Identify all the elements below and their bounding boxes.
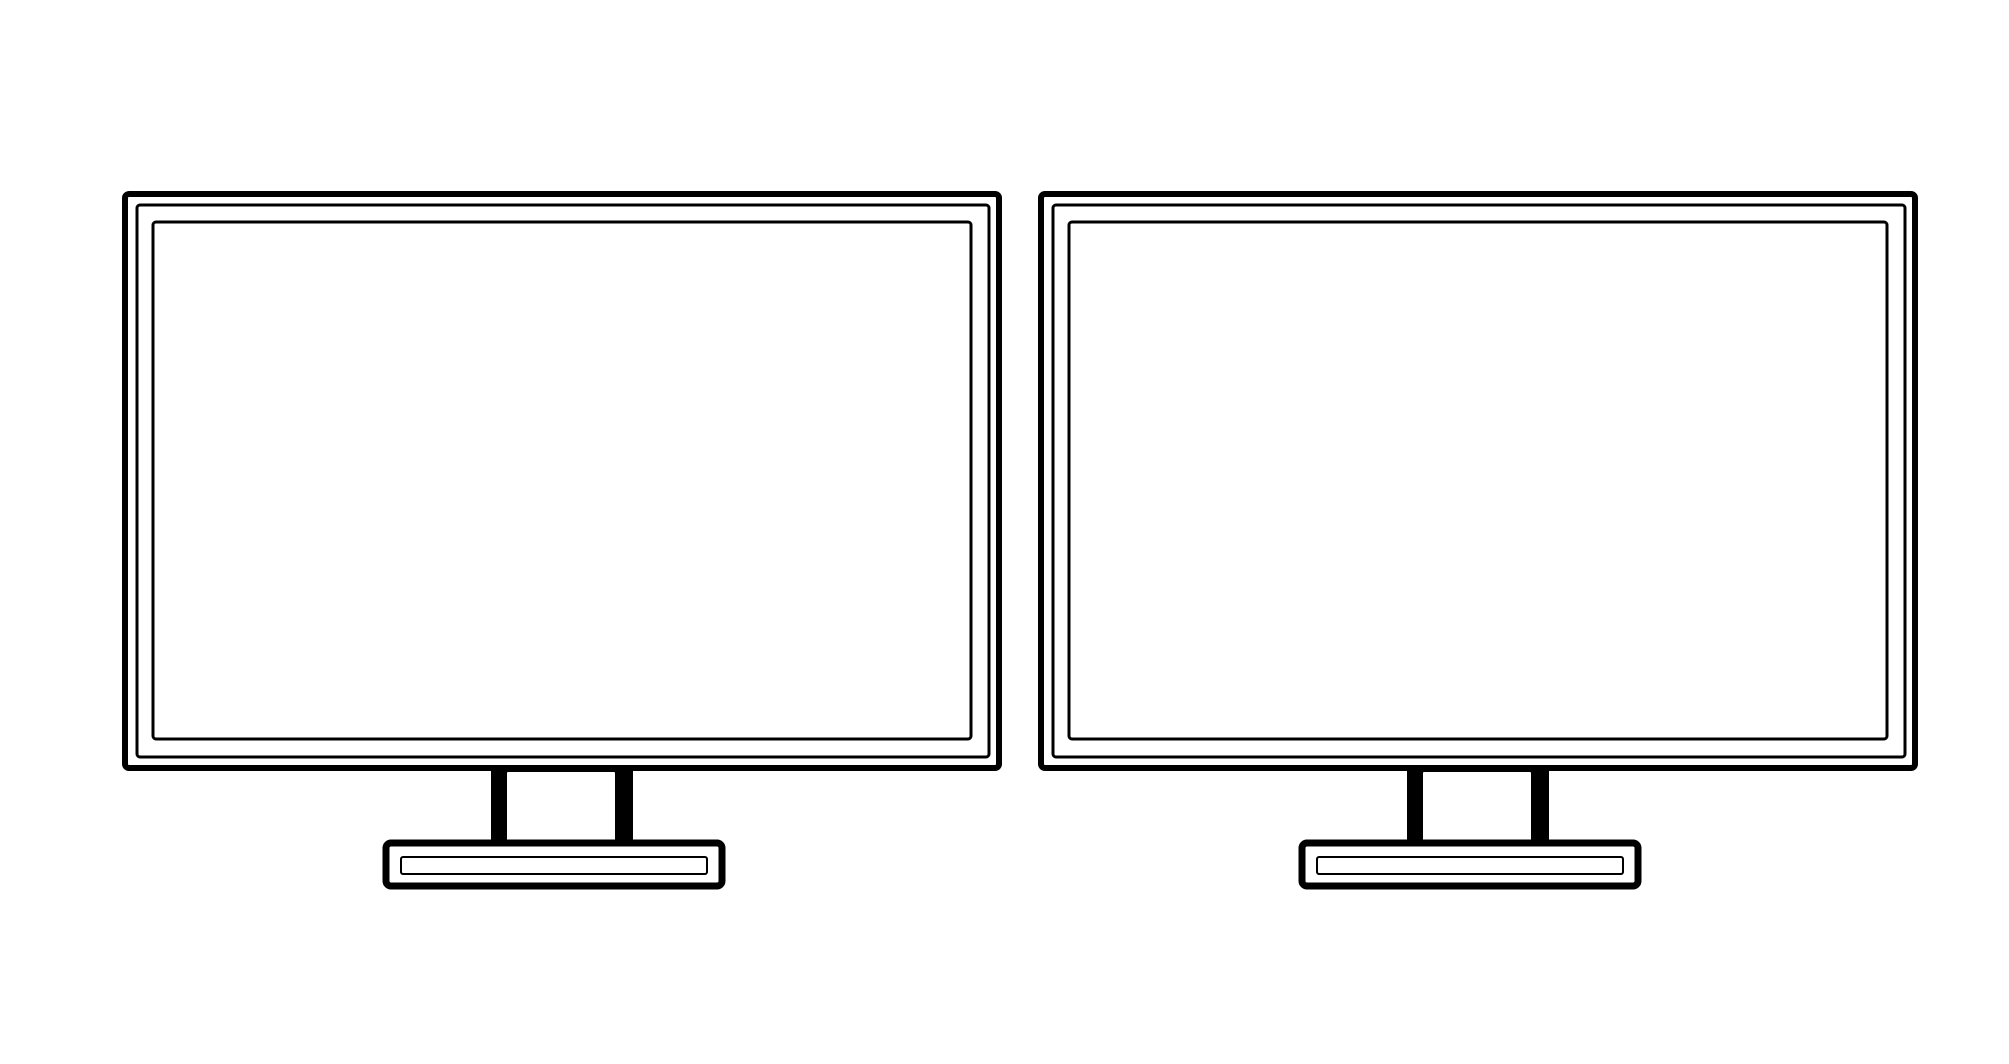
- left-monitor-screen: [151, 220, 973, 741]
- dual-monitor-illustration: [0, 0, 2009, 1064]
- left-monitor-icon: [122, 191, 1002, 891]
- right-monitor-screen: [1067, 220, 1889, 741]
- right-monitor-icon: [1038, 191, 1918, 891]
